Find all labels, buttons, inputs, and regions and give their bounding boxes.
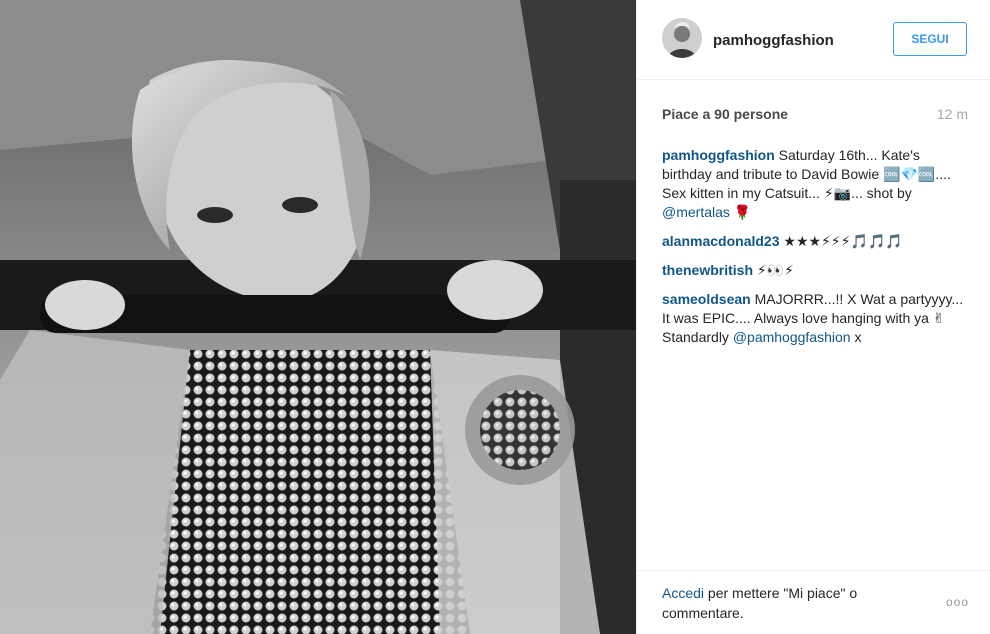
- comment-text: ★★★⚡⚡⚡🎵🎵🎵: [779, 233, 903, 249]
- avatar-image: [662, 18, 702, 58]
- comment-mention[interactable]: @mertalas: [662, 204, 730, 220]
- more-options-button[interactable]: ooo: [946, 595, 969, 609]
- comment: pamhoggfashion Saturday 16th... Kate's b…: [662, 146, 968, 222]
- post-side-panel: pamhoggfashion SEGUI Piace a 90 persone …: [636, 0, 990, 634]
- post-header: pamhoggfashion SEGUI: [637, 0, 990, 80]
- post-photo[interactable]: [0, 0, 636, 634]
- comment-username[interactable]: thenewbritish: [662, 262, 753, 278]
- avatar[interactable]: [662, 18, 702, 58]
- comment-username[interactable]: pamhoggfashion: [662, 147, 775, 163]
- instagram-post: pamhoggfashion SEGUI Piace a 90 persone …: [0, 0, 990, 634]
- comment-username[interactable]: sameoldsean: [662, 291, 751, 307]
- post-photo-illustration: [0, 0, 636, 634]
- login-prompt: Accedi per mettere "Mi piace" o commenta…: [662, 583, 912, 623]
- login-link[interactable]: Accedi: [662, 585, 704, 601]
- comment-text: ⚡👀⚡: [753, 262, 794, 278]
- comment: sameoldsean MAJORRR...!! X Wat a partyyy…: [662, 290, 968, 347]
- comment-text-end: x: [850, 329, 862, 345]
- comment: alanmacdonald23 ★★★⚡⚡⚡🎵🎵🎵: [662, 232, 968, 251]
- comment-username[interactable]: alanmacdonald23: [662, 233, 780, 249]
- comment-mention[interactable]: @pamhoggfashion: [733, 329, 851, 345]
- comments-list: pamhoggfashion Saturday 16th... Kate's b…: [662, 146, 968, 357]
- likes-count[interactable]: Piace a 90 persone: [662, 106, 788, 122]
- follow-button[interactable]: SEGUI: [893, 22, 967, 56]
- comment: thenewbritish ⚡👀⚡: [662, 261, 968, 280]
- post-footer: Accedi per mettere "Mi piace" o commenta…: [637, 570, 990, 634]
- likes-row: Piace a 90 persone 12 m: [662, 104, 968, 126]
- comment-text-end: 🌹: [729, 204, 752, 220]
- post-time[interactable]: 12 m: [937, 106, 968, 122]
- username-link[interactable]: pamhoggfashion: [713, 32, 834, 49]
